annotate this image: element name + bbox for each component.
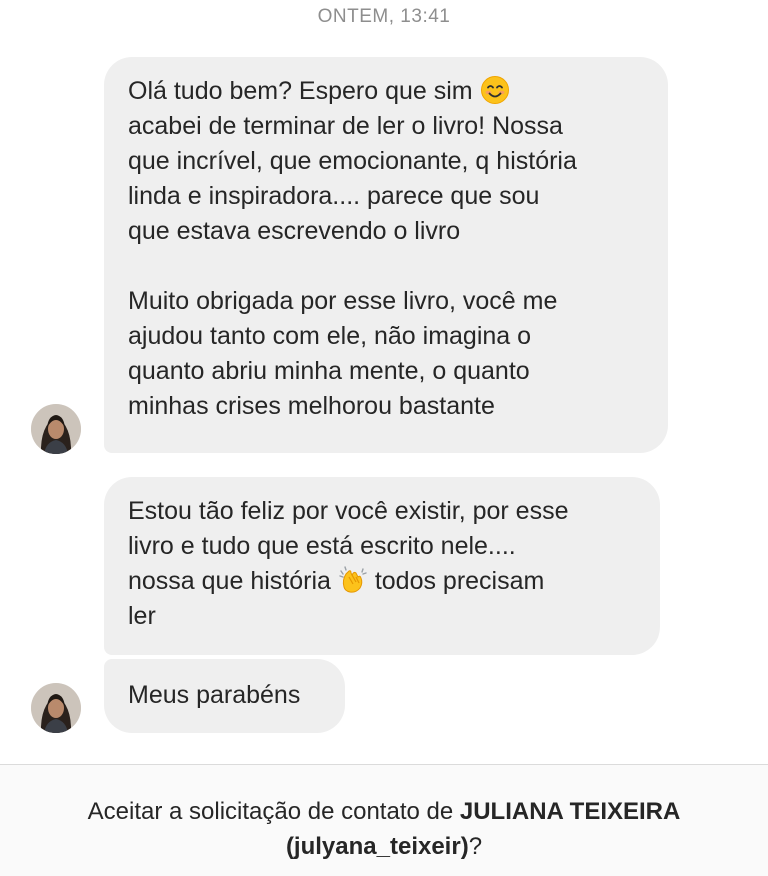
message-text: que incrível, que emocionante, q históri… [128, 147, 577, 175]
message-text: ajudou tanto com ele, não imagina o [128, 322, 532, 350]
message-text: que estava escrevendo o livro [128, 217, 461, 245]
sender-avatar[interactable] [31, 404, 81, 454]
message-bubble[interactable]: Olá tudo bem? Espero que sim acabei de t… [104, 57, 668, 453]
message-text: quanto abriu minha mente, o quanto [128, 357, 530, 385]
message-bubble[interactable]: Meus parabéns [104, 659, 345, 733]
message-text: Muito obrigada por esse livro, você me [128, 287, 558, 315]
paragraph-break [128, 249, 644, 284]
requester-name[interactable]: JULIANA TEIXEIRA [460, 798, 680, 825]
message-text: minhas crises melhorou bastante [128, 392, 495, 420]
smiling-face-emoji-icon [480, 75, 510, 105]
message-text: todos precisam [374, 567, 545, 595]
contact-request-bar: Aceitar a solicitação de contato de JULI… [0, 765, 768, 876]
message-text: linda e inspiradora.... parece que sou [128, 182, 540, 210]
message-text: acabei de terminar de ler o livro! Nossa [128, 112, 563, 140]
request-prefix: Aceitar a solicitação de contato de [87, 798, 460, 825]
message-text: livro e tudo que está escrito nele.... [128, 532, 516, 560]
message-timestamp: ONTEM, 13:41 [317, 6, 451, 27]
clapping-hands-emoji-icon [338, 565, 368, 595]
message-text: Olá tudo bem? Espero que sim [128, 77, 473, 105]
sender-avatar[interactable] [31, 683, 81, 733]
message-bubble[interactable]: Estou tão feliz por você existir, por es… [104, 477, 660, 655]
message-text: Estou tão feliz por você existir, por es… [128, 497, 569, 525]
message-text: nossa que história [128, 567, 331, 595]
contact-request-text: Aceitar a solicitação de contato de JULI… [0, 794, 768, 864]
requester-username[interactable]: (julyana_teixeir) [286, 833, 469, 860]
request-suffix: ? [468, 833, 483, 860]
message-text: Meus parabéns [128, 681, 301, 709]
message-text: ler [128, 602, 156, 630]
